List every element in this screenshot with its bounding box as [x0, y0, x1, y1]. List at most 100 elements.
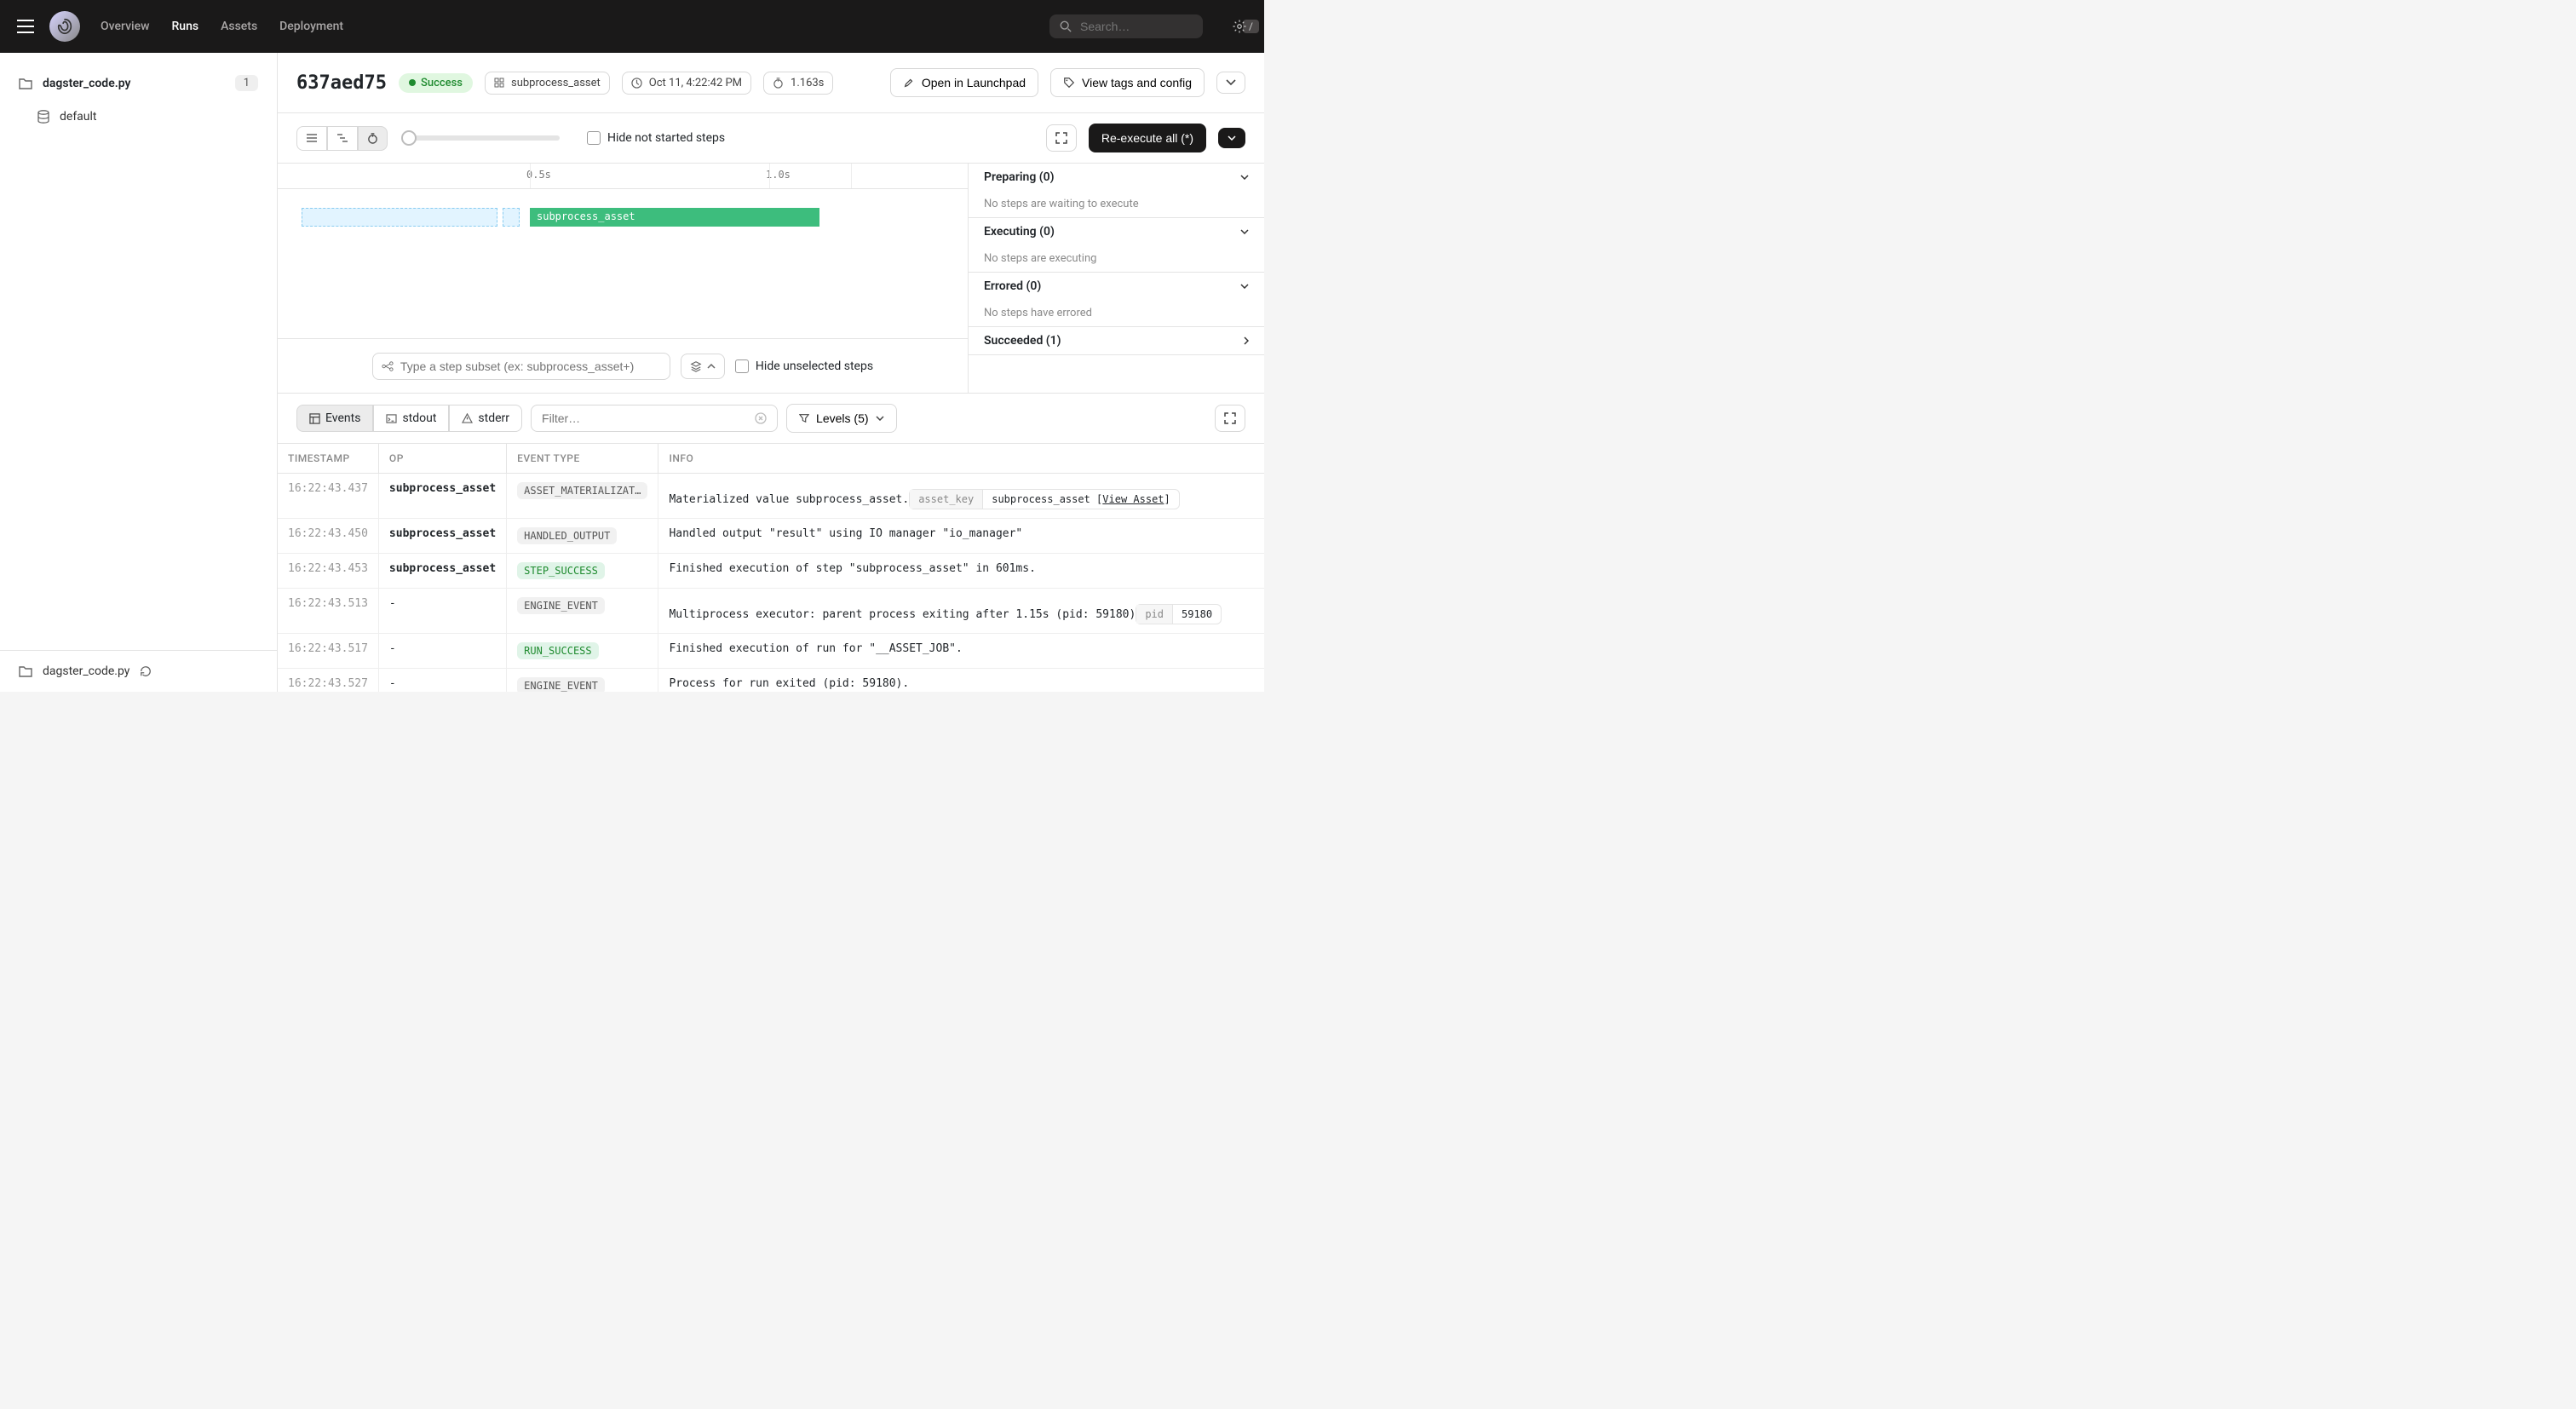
log-event-type: ENGINE_EVENT [507, 669, 658, 693]
stopwatch-icon [773, 78, 784, 89]
grid-icon [494, 78, 504, 88]
log-info: Materialized value subprocess_asset.asse… [658, 474, 1264, 519]
gantt-toolbar: Hide not started steps Re-execute all (*… [278, 113, 1264, 164]
asset-chip[interactable]: subprocess_asset [485, 72, 610, 95]
chevron-down-icon [1226, 79, 1236, 86]
log-timestamp: 16:22:43.450 [278, 519, 378, 554]
log-op: - [378, 669, 506, 693]
nav-deployment[interactable]: Deployment [279, 20, 343, 33]
clock-icon [631, 78, 642, 89]
log-op: subprocess_asset [378, 519, 506, 554]
levels-dropdown[interactable]: Levels (5) [786, 404, 896, 433]
step-subset-input[interactable] [372, 353, 670, 380]
status-panel: Preparing (0) No steps are waiting to ex… [968, 164, 1264, 393]
step-subset-field[interactable] [400, 359, 661, 373]
log-event-type: ASSET_MATERIALIZAT… [507, 474, 658, 519]
table-row[interactable]: 16:22:43.513-ENGINE_EVENTMultiprocess ex… [278, 589, 1264, 634]
log-info: Multiprocess executor: parent process ex… [658, 589, 1264, 634]
zoom-slider[interactable] [406, 135, 560, 141]
table-row[interactable]: 16:22:43.450subprocess_assetHANDLED_OUTP… [278, 519, 1264, 554]
log-timestamp: 16:22:43.453 [278, 554, 378, 589]
log-filter-input[interactable] [531, 405, 778, 432]
view-time-button[interactable] [358, 126, 388, 151]
log-event-type: RUN_SUCCESS [507, 634, 658, 669]
status-badge: Success [399, 73, 473, 93]
log-filter-field[interactable] [542, 411, 748, 425]
search-input[interactable] [1080, 20, 1234, 33]
log-event-type: STEP_SUCCESS [507, 554, 658, 589]
gantt-prep-bar[interactable] [503, 208, 520, 227]
status-preparing-header[interactable]: Preparing (0) [969, 164, 1264, 191]
status-executing-body: No steps are executing [969, 245, 1264, 272]
table-row[interactable]: 16:22:43.527-ENGINE_EVENTProcess for run… [278, 669, 1264, 693]
log-op: - [378, 589, 506, 634]
fullscreen-gantt-button[interactable] [1046, 124, 1077, 152]
gantt-step-bar[interactable]: subprocess_asset [530, 208, 819, 227]
status-errored-header[interactable]: Errored (0) [969, 273, 1264, 300]
nav-runs[interactable]: Runs [171, 20, 198, 33]
gantt-chart: 0.5s 1.0s subprocess_asset [278, 164, 968, 393]
refresh-icon[interactable] [140, 665, 152, 677]
hamburger-icon[interactable] [17, 20, 34, 33]
reexecute-menu-button[interactable] [1218, 128, 1245, 148]
status-executing-header[interactable]: Executing (0) [969, 218, 1264, 245]
log-timestamp: 16:22:43.517 [278, 634, 378, 669]
log-timestamp: 16:22:43.437 [278, 474, 378, 519]
fullscreen-logs-button[interactable] [1215, 405, 1245, 432]
sidebar: dagster_code.py 1 default dagster_code.p… [0, 53, 278, 692]
nav-overview[interactable]: Overview [101, 20, 149, 33]
duration-chip: 1.163s [763, 72, 833, 95]
tab-stdout[interactable]: stdout [373, 405, 449, 432]
global-search[interactable]: / [1049, 14, 1203, 38]
database-icon [37, 110, 49, 124]
view-asset-link[interactable]: View Asset [1102, 493, 1164, 505]
col-info: INFO [658, 444, 1264, 474]
table-row[interactable]: 16:22:43.517-RUN_SUCCESSFinished executi… [278, 634, 1264, 669]
view-waterfall-button[interactable] [327, 126, 358, 151]
tag-icon [1063, 77, 1075, 89]
run-id: 637aed75 [296, 72, 387, 94]
table-row[interactable]: 16:22:43.453subprocess_assetSTEP_SUCCESS… [278, 554, 1264, 589]
nav-assets[interactable]: Assets [221, 20, 257, 33]
status-preparing-body: No steps are waiting to execute [969, 191, 1264, 217]
zoom-thumb[interactable] [401, 130, 417, 146]
hide-not-started-checkbox[interactable]: Hide not started steps [587, 131, 725, 145]
launch-icon [903, 77, 915, 89]
log-op: - [378, 634, 506, 669]
sidebar-repo-count: 1 [235, 75, 258, 91]
reexecute-button[interactable]: Re-execute all (*) [1089, 124, 1206, 152]
folder-icon [19, 665, 32, 677]
tab-stderr[interactable]: stderr [449, 405, 522, 432]
view-tags-button[interactable]: View tags and config [1050, 68, 1205, 97]
table-row[interactable]: 16:22:43.437subprocess_assetASSET_MATERI… [278, 474, 1264, 519]
log-timestamp: 16:22:43.527 [278, 669, 378, 693]
hide-unselected-checkbox[interactable]: Hide unselected steps [735, 359, 873, 373]
log-timestamp: 16:22:43.513 [278, 589, 378, 634]
log-op: subprocess_asset [378, 474, 506, 519]
search-icon [1060, 20, 1072, 32]
log-event-type: ENGINE_EVENT [507, 589, 658, 634]
sidebar-item-default[interactable]: default [0, 103, 277, 130]
run-header: 637aed75 Success subprocess_asset Oct 11… [278, 53, 1264, 113]
sidebar-footer[interactable]: dagster_code.py [0, 650, 277, 692]
more-menu-button[interactable] [1216, 72, 1245, 94]
gear-icon[interactable] [1232, 19, 1247, 34]
log-info: Finished execution of run for "__ASSET_J… [658, 634, 1264, 669]
sidebar-item-default-label: default [60, 110, 97, 124]
view-mode-toggle [296, 126, 388, 151]
col-timestamp: TIMESTAMP [278, 444, 378, 474]
gantt-prep-bar[interactable] [302, 208, 497, 227]
timestamp-chip: Oct 11, 4:22:42 PM [622, 72, 751, 95]
log-info: Handled output "result" using IO manager… [658, 519, 1264, 554]
clear-icon[interactable] [755, 412, 767, 424]
open-launchpad-button[interactable]: Open in Launchpad [890, 68, 1038, 97]
sidebar-repo[interactable]: dagster_code.py 1 [0, 68, 277, 98]
tab-events[interactable]: Events [296, 405, 373, 432]
log-info: Process for run exited (pid: 59180). [658, 669, 1264, 693]
dagster-logo[interactable] [49, 11, 80, 42]
nav-links: Overview Runs Assets Deployment [101, 20, 343, 33]
view-flat-button[interactable] [296, 126, 327, 151]
folder-icon [19, 78, 32, 89]
layer-toggle[interactable] [681, 354, 725, 379]
status-succeeded-header[interactable]: Succeeded (1) [969, 327, 1264, 354]
